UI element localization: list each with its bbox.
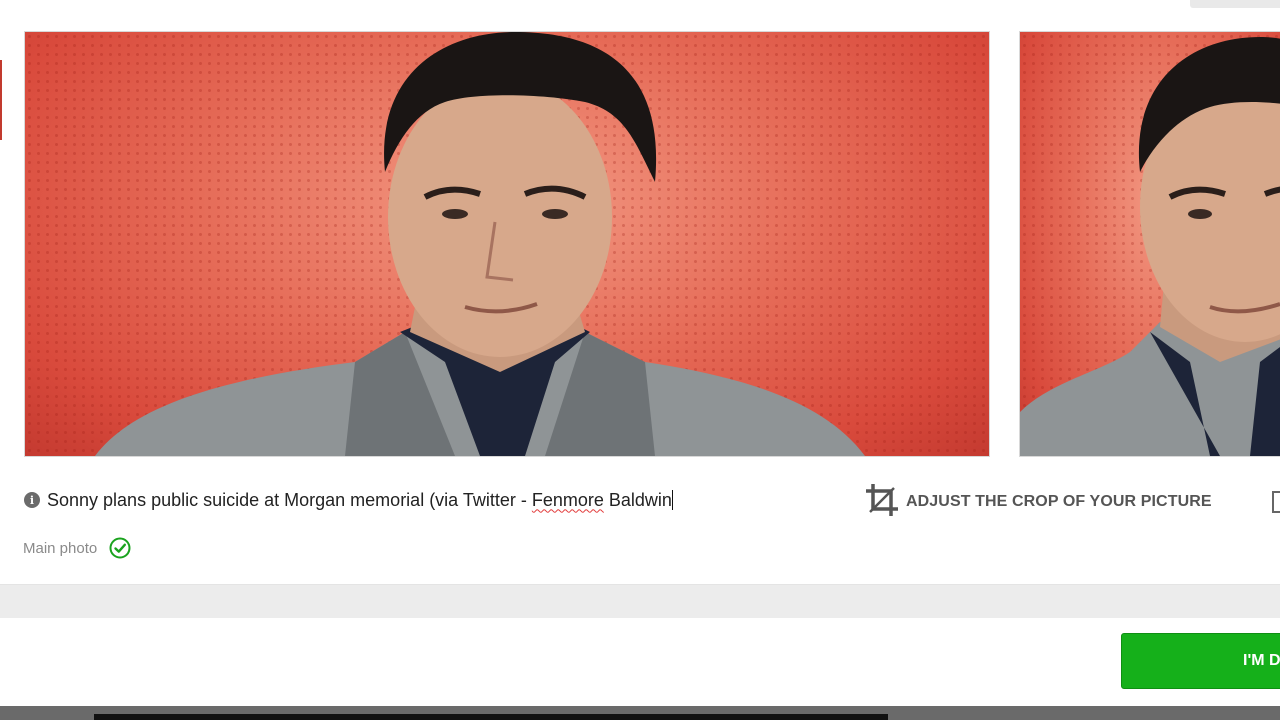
adjust-crop-button[interactable]: ADJUST THE CROP OF YOUR PICTURE bbox=[864, 482, 1212, 523]
info-icon[interactable]: i bbox=[24, 492, 40, 508]
portrait-illustration bbox=[95, 32, 865, 456]
crop-icon bbox=[864, 482, 900, 523]
background-content-strip bbox=[94, 714, 888, 720]
text-caret bbox=[671, 489, 673, 510]
modal-footer bbox=[0, 618, 1280, 706]
top-right-tab[interactable] bbox=[1190, 0, 1280, 8]
main-photo-indicator: Main photo bbox=[23, 537, 131, 559]
caption-text-start: Sonny plans public suicide at Morgan mem… bbox=[47, 489, 532, 510]
left-edge-accent bbox=[0, 60, 2, 140]
adjust-crop-label: ADJUST THE CROP OF YOUR PICTURE bbox=[906, 493, 1212, 510]
cropped-photo-preview[interactable] bbox=[1019, 31, 1280, 457]
top-strip bbox=[0, 0, 1280, 30]
section-divider-band bbox=[0, 584, 1280, 619]
caption-misspelled-word: Fenmore bbox=[531, 489, 604, 510]
caption-text-end: Baldwin bbox=[603, 489, 672, 510]
check-circle-icon[interactable] bbox=[109, 537, 131, 559]
main-photo-image[interactable] bbox=[24, 31, 990, 457]
portrait-illustration bbox=[1020, 37, 1280, 456]
caption-row: i Sonny plans public suicide at Morgan m… bbox=[24, 488, 673, 512]
delete-icon[interactable] bbox=[1272, 491, 1280, 513]
caption-input[interactable]: Sonny plans public suicide at Morgan mem… bbox=[47, 489, 673, 511]
done-button[interactable]: I'M DONE bbox=[1121, 633, 1280, 689]
photo-editor-page: i Sonny plans public suicide at Morgan m… bbox=[0, 0, 1280, 720]
main-photo-label: Main photo bbox=[23, 539, 98, 557]
